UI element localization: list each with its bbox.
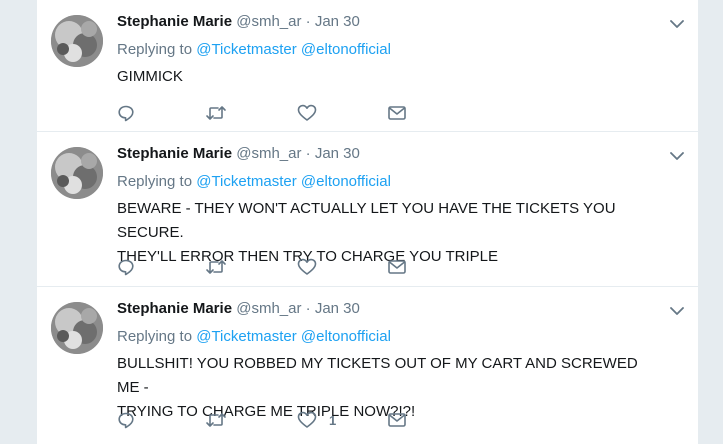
tweet-text-line: GIMMICK xyxy=(117,68,183,85)
replying-to-label: Replying to xyxy=(117,41,193,58)
tweet-date[interactable]: Jan 30 xyxy=(315,300,360,317)
tweet-actions: 1 xyxy=(117,410,437,430)
retweet-icon xyxy=(205,411,227,429)
direct-message-button[interactable] xyxy=(387,410,407,430)
reply-icon xyxy=(117,258,135,276)
header-separator: · xyxy=(305,300,311,317)
avatar[interactable] xyxy=(51,147,103,199)
user-name[interactable]: Stephanie Marie xyxy=(117,300,232,317)
replying-to: Replying to @Ticketmaster @eltonofficial xyxy=(117,40,682,60)
reply-button[interactable] xyxy=(117,103,135,123)
user-handle[interactable]: @smh_ar xyxy=(236,300,301,317)
direct-message-button[interactable] xyxy=(387,257,407,277)
reply-icon xyxy=(117,104,135,122)
mention-link[interactable]: @Ticketmaster xyxy=(196,41,297,58)
like-button[interactable] xyxy=(297,103,329,123)
direct-message-button[interactable] xyxy=(387,103,407,123)
header-separator: · xyxy=(305,145,311,162)
tweet[interactable]: Stephanie Marie @smh_ar · Jan 30 Replyin… xyxy=(37,287,698,444)
tweet[interactable]: Stephanie Marie @smh_ar · Jan 30 Replyin… xyxy=(37,0,698,132)
tweet-content: Stephanie Marie @smh_ar · Jan 30 Replyin… xyxy=(117,12,682,89)
mention-link[interactable]: @eltonofficial xyxy=(301,41,391,58)
tweet-text: GIMMICK xyxy=(117,65,662,89)
tweet-header: Stephanie Marie @smh_ar · Jan 30 xyxy=(117,144,682,164)
like-button[interactable] xyxy=(297,257,329,277)
retweet-button[interactable] xyxy=(205,410,227,430)
replying-to-label: Replying to xyxy=(117,328,193,345)
retweet-button[interactable] xyxy=(205,103,227,123)
tweet-text-line: BEWARE - THEY WON'T ACTUALLY LET YOU HAV… xyxy=(117,200,616,241)
heart-icon xyxy=(297,258,317,276)
tweet-content: Stephanie Marie @smh_ar · Jan 30 Replyin… xyxy=(117,144,682,269)
retweet-icon xyxy=(205,258,227,276)
tweet-date[interactable]: Jan 30 xyxy=(315,13,360,30)
tweet-text-line: BULLSHIT! YOU ROBBED MY TICKETS OUT OF M… xyxy=(117,355,638,396)
user-handle[interactable]: @smh_ar xyxy=(236,13,301,30)
mention-link[interactable]: @eltonofficial xyxy=(301,328,391,345)
replying-to-label: Replying to xyxy=(117,173,193,190)
retweet-icon xyxy=(205,104,227,122)
envelope-icon xyxy=(387,258,407,276)
tweet-actions xyxy=(117,257,437,277)
reply-button[interactable] xyxy=(117,257,135,277)
reply-icon xyxy=(117,411,135,429)
avatar[interactable] xyxy=(51,302,103,354)
chevron-down-icon[interactable] xyxy=(670,16,684,28)
tweet-content: Stephanie Marie @smh_ar · Jan 30 Replyin… xyxy=(117,299,682,424)
like-count: 1 xyxy=(329,412,337,428)
chevron-down-icon[interactable] xyxy=(670,148,684,160)
tweet-date[interactable]: Jan 30 xyxy=(315,145,360,162)
header-separator: · xyxy=(305,13,311,30)
mention-link[interactable]: @eltonofficial xyxy=(301,173,391,190)
like-button[interactable]: 1 xyxy=(297,410,336,430)
retweet-button[interactable] xyxy=(205,257,227,277)
heart-icon xyxy=(297,411,317,429)
user-name[interactable]: Stephanie Marie xyxy=(117,145,232,162)
tweet-actions xyxy=(117,103,437,123)
envelope-icon xyxy=(387,104,407,122)
chevron-down-icon[interactable] xyxy=(670,303,684,315)
heart-icon xyxy=(297,104,317,122)
tweet-header: Stephanie Marie @smh_ar · Jan 30 xyxy=(117,299,682,319)
tweet-header: Stephanie Marie @smh_ar · Jan 30 xyxy=(117,12,682,32)
reply-button[interactable] xyxy=(117,410,135,430)
replying-to: Replying to @Ticketmaster @eltonofficial xyxy=(117,172,682,192)
mention-link[interactable]: @Ticketmaster xyxy=(196,328,297,345)
avatar[interactable] xyxy=(51,15,103,67)
replying-to: Replying to @Ticketmaster @eltonofficial xyxy=(117,327,682,347)
user-name[interactable]: Stephanie Marie xyxy=(117,13,232,30)
tweet[interactable]: Stephanie Marie @smh_ar · Jan 30 Replyin… xyxy=(37,132,698,287)
tweet-timeline: Stephanie Marie @smh_ar · Jan 30 Replyin… xyxy=(36,0,699,444)
user-handle[interactable]: @smh_ar xyxy=(236,145,301,162)
mention-link[interactable]: @Ticketmaster xyxy=(196,173,297,190)
envelope-icon xyxy=(387,411,407,429)
